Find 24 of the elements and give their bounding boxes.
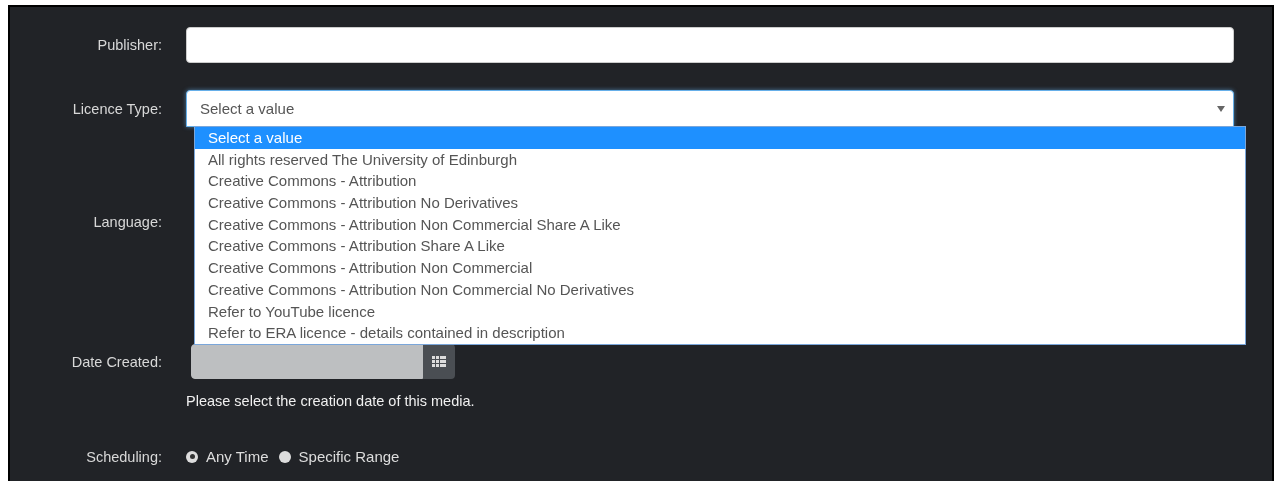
dropdown-option[interactable]: Creative Commons - Attribution Non Commercial (195, 257, 1245, 279)
dropdown-option[interactable]: All rights reserved The University of Edinburgh (195, 148, 1245, 171)
dropdown-option[interactable]: Creative Commons - Attribution No Derivatives (195, 192, 1245, 214)
dropdown-option[interactable]: Creative Commons - Attribution Non Commercial No Derivatives (195, 278, 1245, 301)
field-label: Scheduling: (86, 448, 162, 465)
radio-option[interactable]: Specific Range (278, 448, 400, 465)
dropdown-option[interactable]: Creative Commons - Attribution (195, 170, 1245, 193)
dropdown-option[interactable]: Refer to ERA licence - details contained in description (195, 322, 1245, 344)
caret-icon (1217, 105, 1225, 112)
radio-button[interactable] (278, 450, 291, 463)
select-field[interactable]: Select a value (186, 90, 1234, 127)
dropdown-option[interactable]: Creative Commons - Attribution Non Commercial Share A Like (195, 213, 1245, 236)
calendar-button[interactable] (423, 344, 455, 379)
field-label: Licence Type: (72, 100, 162, 117)
dropdown-option[interactable]: Refer to YouTube licence (195, 300, 1245, 323)
calendar-icon (432, 356, 446, 367)
text-field[interactable] (186, 27, 1234, 63)
field-label: Language: (93, 214, 162, 230)
radio-option[interactable]: Any Time (186, 448, 269, 465)
help-text: Please select the creation date of this media. (186, 393, 475, 409)
dropdown-option[interactable]: Creative Commons - Attribution Share A Like (195, 235, 1245, 258)
field-label: Date Created: (71, 353, 162, 370)
radio-button[interactable] (186, 450, 198, 463)
field-label: Publisher: (97, 37, 162, 53)
